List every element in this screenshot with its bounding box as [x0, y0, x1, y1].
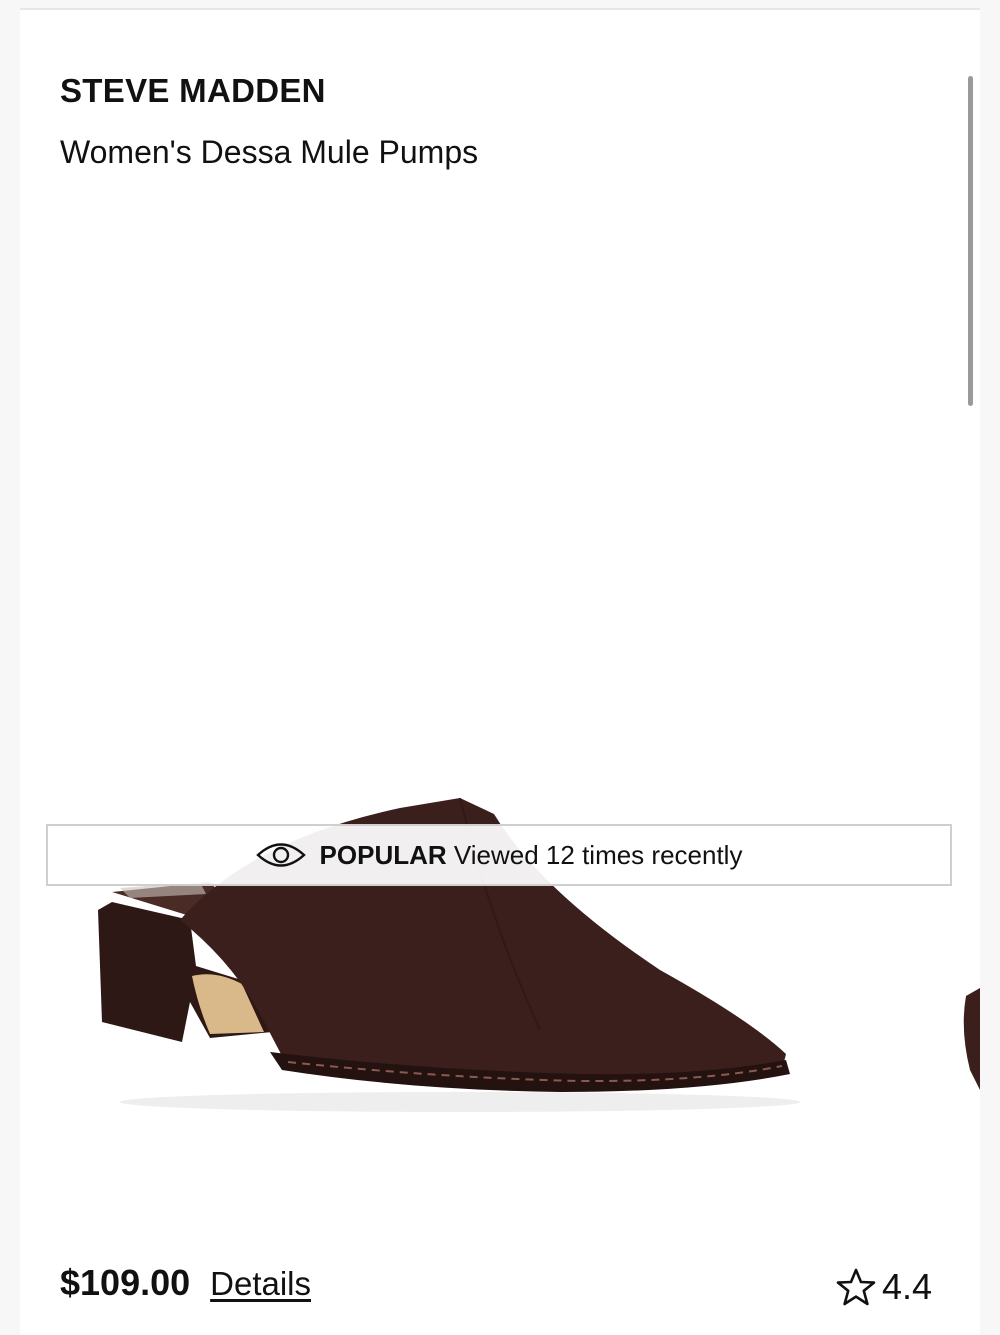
- popular-text: POPULAR Viewed 12 times recently: [320, 840, 743, 871]
- second-shoe-partial: [963, 988, 980, 1090]
- scrollbar[interactable]: [966, 76, 974, 406]
- product-card[interactable]: STEVE MADDEN Women's Dessa Mule Pumps PO…: [20, 8, 980, 1335]
- price-row: $109.00 Details: [60, 1262, 311, 1304]
- details-link[interactable]: Details: [210, 1265, 311, 1303]
- product-title: Women's Dessa Mule Pumps: [60, 134, 479, 170]
- popular-banner: POPULAR Viewed 12 times recently: [46, 824, 952, 886]
- star-outline-icon: [836, 1268, 876, 1306]
- price: $109.00: [60, 1262, 191, 1303]
- popular-label: POPULAR: [319, 839, 447, 870]
- brand-name: STEVE MADDEN: [60, 72, 326, 109]
- eye-icon: [255, 843, 306, 867]
- popular-views-text: Viewed 12 times recently: [453, 839, 743, 870]
- rating: 4.4: [836, 1266, 932, 1308]
- scrollbar-thumb[interactable]: [968, 76, 973, 406]
- shoe-shadow: [120, 1092, 800, 1112]
- rating-value: 4.4: [881, 1266, 932, 1307]
